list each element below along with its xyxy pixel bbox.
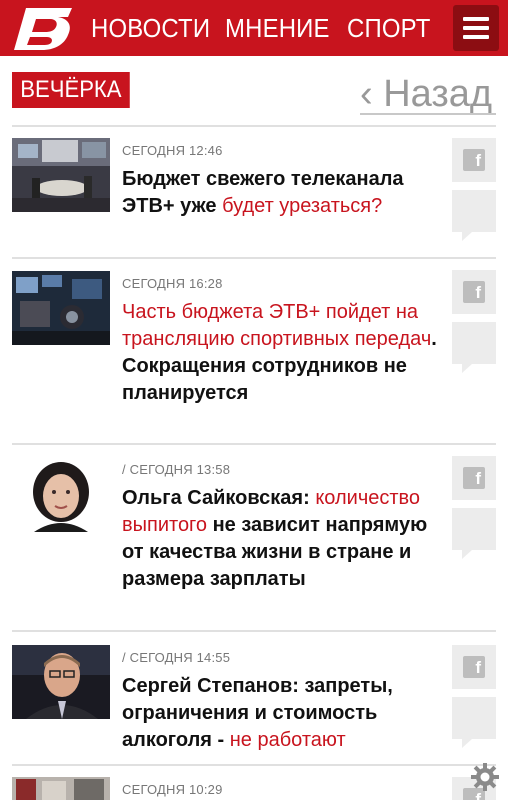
facebook-icon: f <box>463 281 485 303</box>
article-title[interactable]: Сергей Степанов: запреты, ограничения и … <box>122 673 452 754</box>
back-link[interactable]: ‹ Назад <box>360 72 492 116</box>
portrait-woman-icon <box>12 458 110 532</box>
article-thumbnail[interactable] <box>12 777 110 800</box>
article-meta: СЕГОДНЯ 16:28 <box>122 276 223 291</box>
hamburger-line <box>463 35 489 39</box>
back-underline <box>360 113 496 115</box>
hamburger-line <box>463 26 489 30</box>
title-highlight: Часть бюджета ЭТВ+ пойдет на трансляцию … <box>122 301 432 350</box>
divider <box>12 125 496 127</box>
article-thumbnail[interactable] <box>12 645 110 719</box>
nav-news[interactable]: НОВОСТИ <box>91 0 210 56</box>
article-thumbnail[interactable] <box>12 138 110 212</box>
title-highlight: будет урезаться? <box>222 195 383 217</box>
top-bar: НОВОСТИ МНЕНИЕ СПОРТ <box>0 0 508 56</box>
comment-button[interactable] <box>452 508 496 559</box>
title-highlight: не работают <box>229 729 346 751</box>
nav-opinion[interactable]: МНЕНИЕ <box>225 0 330 56</box>
divider <box>12 257 496 259</box>
article-thumbnail[interactable] <box>12 271 110 345</box>
comment-button[interactable] <box>452 697 496 748</box>
logo-b-icon[interactable] <box>12 5 76 53</box>
article-thumbnail[interactable] <box>12 458 110 532</box>
facebook-share-button[interactable]: f <box>452 645 496 689</box>
article-title[interactable]: Ольга Сайковская: количество выпитого не… <box>122 485 452 593</box>
article-title[interactable]: Часть бюджета ЭТВ+ пойдет на трансляцию … <box>122 299 452 407</box>
facebook-share-button[interactable]: f <box>452 270 496 314</box>
article-meta: / СЕГОДНЯ 14:55 <box>122 650 231 665</box>
article-meta: / СЕГОДНЯ 13:58 <box>122 462 231 477</box>
facebook-icon: f <box>463 467 485 489</box>
portrait-man-icon <box>12 645 110 719</box>
facebook-icon: f <box>463 656 485 678</box>
article-meta: СЕГОДНЯ 10:29 <box>122 782 223 797</box>
studio-image-icon <box>12 138 110 212</box>
menu-button[interactable] <box>453 5 499 51</box>
section-label[interactable]: ВЕЧЁРКА <box>12 72 130 108</box>
divider <box>12 764 496 766</box>
title-text: Ольга Сайковская: <box>122 487 316 509</box>
comment-button[interactable] <box>452 322 496 373</box>
divider <box>12 443 496 445</box>
news-image-icon <box>12 777 110 800</box>
nav-sport[interactable]: СПОРТ <box>347 0 430 56</box>
facebook-share-button[interactable]: f <box>452 456 496 500</box>
hamburger-icon <box>463 17 489 21</box>
article-meta: СЕГОДНЯ 12:46 <box>122 143 223 158</box>
comment-button[interactable] <box>452 190 496 241</box>
divider <box>12 630 496 632</box>
article-title[interactable]: Бюджет свежего телеканала ЭТВ+ уже будет… <box>122 166 442 220</box>
tv-equipment-image-icon <box>12 271 110 345</box>
facebook-share-button[interactable]: f <box>452 138 496 182</box>
facebook-icon: f <box>463 149 485 171</box>
gear-icon[interactable] <box>470 762 500 792</box>
